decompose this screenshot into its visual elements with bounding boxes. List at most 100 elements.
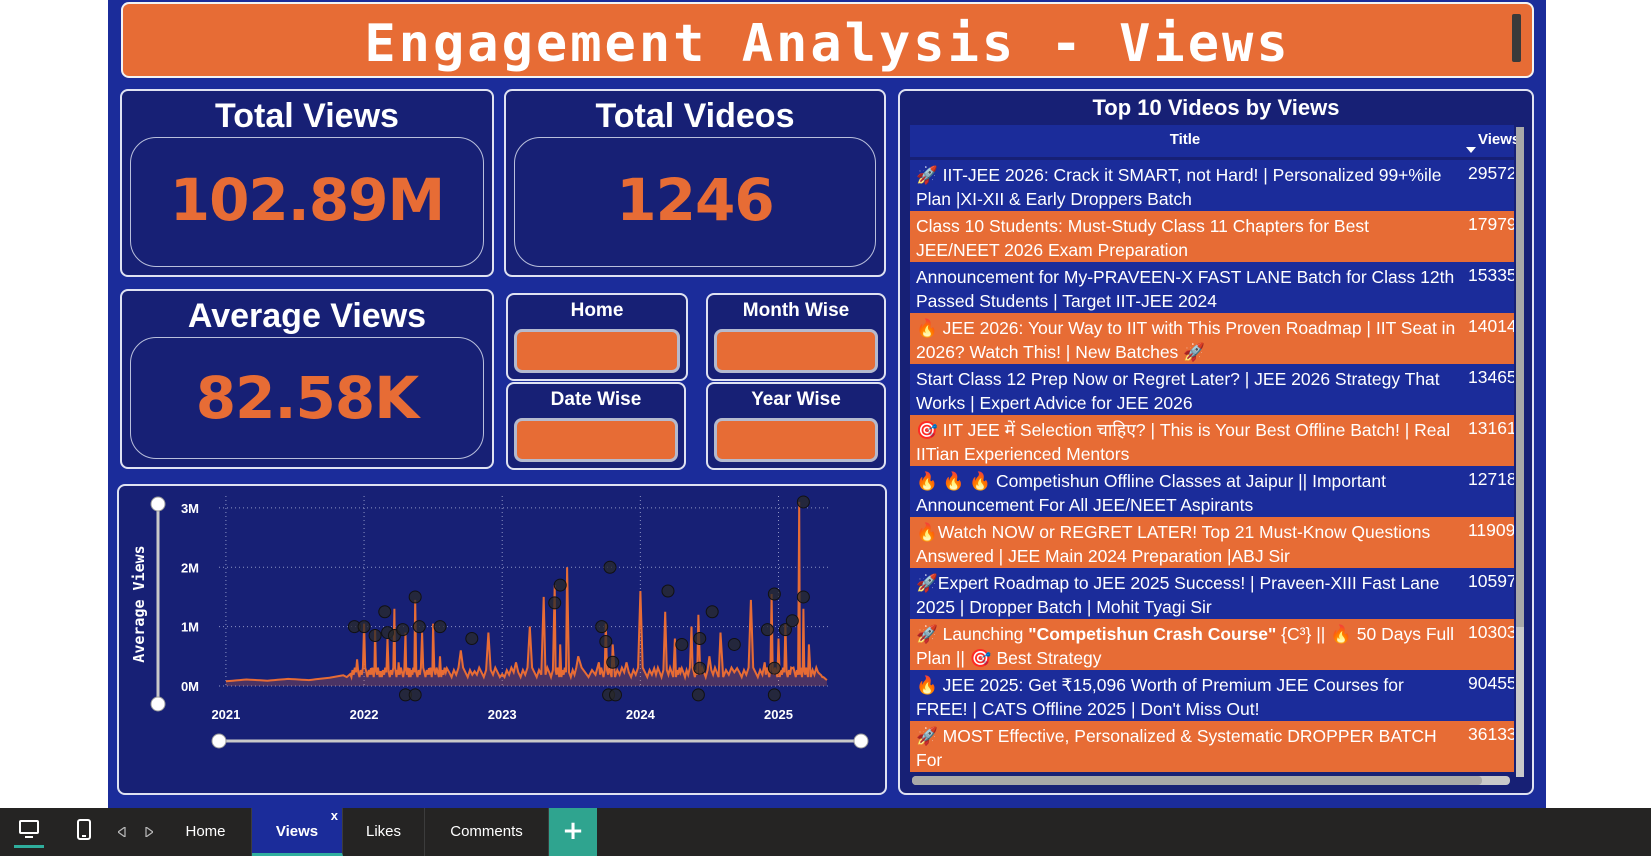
data-point-marker bbox=[408, 688, 422, 702]
desktop-view-icon[interactable] bbox=[18, 818, 40, 840]
total-views-box: 102.89M bbox=[130, 137, 484, 267]
data-point-marker bbox=[595, 620, 609, 634]
total-videos-label: Total Videos bbox=[595, 97, 795, 135]
row-views: 1533579 bbox=[1468, 265, 1514, 285]
mobile-view-icon[interactable] bbox=[76, 818, 92, 842]
row-views: 1797984 bbox=[1468, 214, 1514, 234]
data-point-marker bbox=[548, 596, 562, 610]
data-point-marker bbox=[433, 620, 447, 634]
row-title: Start Class 12 Prep Now or Regret Later?… bbox=[916, 369, 1440, 413]
data-point-marker bbox=[727, 637, 741, 651]
table-row[interactable]: 🔥 JEE 2026: Your Way to IIT with This Pr… bbox=[910, 313, 1514, 364]
data-point-marker bbox=[796, 590, 810, 604]
y-tick-label: 1M bbox=[181, 620, 199, 635]
data-point-marker bbox=[553, 578, 567, 592]
row-views: 1346512 bbox=[1468, 367, 1514, 387]
year-wise-nav-label: Year Wise bbox=[751, 389, 841, 410]
row-views: 1190945 bbox=[1468, 520, 1514, 540]
y-tick-labels: 0M 1M 2M 3M bbox=[181, 501, 199, 694]
data-point-marker bbox=[767, 661, 781, 675]
average-views-chart: 0M 1M 2M 3M 2021 2022 2023 2024 2025 Average Vi… bbox=[130, 495, 869, 749]
month-wise-nav-bar[interactable] bbox=[714, 329, 878, 373]
total-videos-value: 1246 bbox=[616, 166, 774, 234]
y-tick-label: 3M bbox=[181, 501, 199, 516]
table-row[interactable]: 🔥Watch NOW or REGRET LATER! Top 21 Must-… bbox=[910, 517, 1514, 568]
table-row[interactable]: 🚀Expert Roadmap to JEE 2025 Success! | P… bbox=[910, 568, 1514, 619]
table-row[interactable]: 🔥 🔥 🔥 Competishun Offline Classes at Jai… bbox=[910, 466, 1514, 517]
table-row[interactable]: Announcement for My-PRAVEEN-X FAST LANE … bbox=[910, 262, 1514, 313]
table-row[interactable]: 🚀 MOST Effective, Personalized & Systema… bbox=[910, 721, 1514, 772]
add-page-button[interactable]: + bbox=[549, 808, 597, 856]
table-row[interactable]: Start Class 12 Prep Now or Regret Later?… bbox=[910, 364, 1514, 415]
home-nav-button[interactable]: Home bbox=[506, 293, 688, 381]
vertical-scroll-thumb[interactable] bbox=[1516, 127, 1524, 627]
row-views: 1059779 bbox=[1468, 571, 1514, 591]
date-wise-nav-label: Date Wise bbox=[550, 389, 642, 410]
table-row[interactable]: Class 10 Students: Must-Study Class 11 C… bbox=[910, 211, 1514, 262]
data-point-marker bbox=[693, 632, 707, 645]
tab-views-label: Views bbox=[275, 823, 319, 840]
row-views: 1316175 bbox=[1468, 418, 1514, 438]
row-views: 904551 bbox=[1468, 673, 1514, 693]
tab-scroll-left-icon[interactable] bbox=[118, 827, 126, 837]
table-horizontal-scrollbar[interactable] bbox=[912, 776, 1510, 785]
tab-views[interactable]: Views x bbox=[252, 808, 343, 856]
data-point-marker bbox=[412, 620, 426, 634]
series-line bbox=[225, 501, 828, 683]
row-title: 🔥 🔥 🔥 Competishun Offline Classes at Jai… bbox=[916, 471, 1387, 515]
close-tab-icon[interactable]: x bbox=[331, 792, 338, 840]
data-point-marker bbox=[599, 634, 613, 648]
year-wise-nav-button[interactable]: Year Wise bbox=[706, 382, 886, 470]
home-nav-bar[interactable] bbox=[514, 329, 680, 373]
sort-desc-icon[interactable] bbox=[1466, 147, 1476, 153]
row-title: 🚀Expert Roadmap to JEE 2025 Success! | P… bbox=[916, 573, 1440, 617]
x-tick-label: 2023 bbox=[488, 707, 517, 722]
y-axis-label: Average Views bbox=[130, 545, 148, 662]
total-videos-card: Total Videos 1246 bbox=[504, 89, 886, 277]
date-wise-nav-button[interactable]: Date Wise bbox=[506, 382, 686, 470]
tab-comments[interactable]: Comments bbox=[425, 808, 549, 856]
average-views-card: Average Views 82.58K bbox=[120, 289, 494, 469]
col-title-header[interactable]: Title bbox=[910, 131, 1460, 148]
x-tick-labels: 2021 2022 2023 2024 2025 bbox=[211, 707, 793, 722]
table-row[interactable]: 🎯 IIT JEE में Selection चाहिए? | This is… bbox=[910, 415, 1514, 466]
data-point-marker bbox=[396, 623, 410, 637]
row-title: 🔥 JEE 2026: Your Way to IIT with This Pr… bbox=[916, 318, 1456, 362]
desktop-view-indicator bbox=[14, 845, 44, 848]
tab-likes[interactable]: Likes bbox=[343, 808, 425, 856]
x-range-slider-left-handle[interactable] bbox=[211, 733, 227, 749]
average-views-box: 82.58K bbox=[130, 337, 484, 459]
row-title: 🎯 IIT JEE में Selection चाहिए? | This is… bbox=[916, 420, 1451, 464]
total-videos-box: 1246 bbox=[514, 137, 876, 267]
total-views-label: Total Views bbox=[215, 97, 399, 135]
y-range-slider-top-handle[interactable] bbox=[150, 496, 166, 512]
date-wise-nav-bar[interactable] bbox=[514, 418, 678, 462]
x-tick-label: 2025 bbox=[764, 707, 793, 722]
page-tab-bar: Home Views x Likes Comments + bbox=[0, 808, 1651, 856]
table-row[interactable]: 🚀 IIT-JEE 2026: Crack it SMART, not Hard… bbox=[910, 160, 1514, 211]
row-views: 1271867 bbox=[1468, 469, 1514, 489]
data-point-marker bbox=[693, 661, 707, 675]
table-body: 🚀 IIT-JEE 2026: Crack it SMART, not Hard… bbox=[910, 160, 1514, 779]
data-point-marker bbox=[760, 623, 774, 637]
tab-home[interactable]: Home bbox=[160, 808, 252, 856]
series-area bbox=[225, 501, 827, 686]
month-wise-nav-button[interactable]: Month Wise bbox=[706, 293, 886, 381]
y-range-slider-bottom-handle[interactable] bbox=[150, 696, 166, 712]
row-views: 1030387 bbox=[1468, 622, 1514, 642]
x-range-slider-right-handle[interactable] bbox=[853, 733, 869, 749]
col-views-header[interactable]: Views bbox=[1478, 131, 1520, 148]
table-row[interactable]: 🚀 Launching "Competishun Crash Course" {… bbox=[910, 619, 1514, 670]
data-point-marker bbox=[603, 560, 617, 574]
table-row[interactable]: 🔥 JEE 2025: Get ₹15,096 Worth of Premium… bbox=[910, 670, 1514, 721]
data-point-marker bbox=[606, 655, 620, 669]
data-point-marker bbox=[785, 614, 799, 628]
table-vertical-scrollbar[interactable] bbox=[1516, 127, 1524, 777]
tab-scroll-right-icon[interactable] bbox=[145, 827, 153, 837]
banner-handle[interactable] bbox=[1512, 14, 1521, 62]
horizontal-scroll-thumb[interactable] bbox=[912, 776, 1482, 785]
data-point-marker bbox=[675, 637, 689, 651]
table-header: Title Views bbox=[910, 125, 1520, 157]
row-title: 🚀 IIT-JEE 2026: Crack it SMART, not Hard… bbox=[916, 165, 1442, 209]
year-wise-nav-bar[interactable] bbox=[714, 418, 878, 462]
